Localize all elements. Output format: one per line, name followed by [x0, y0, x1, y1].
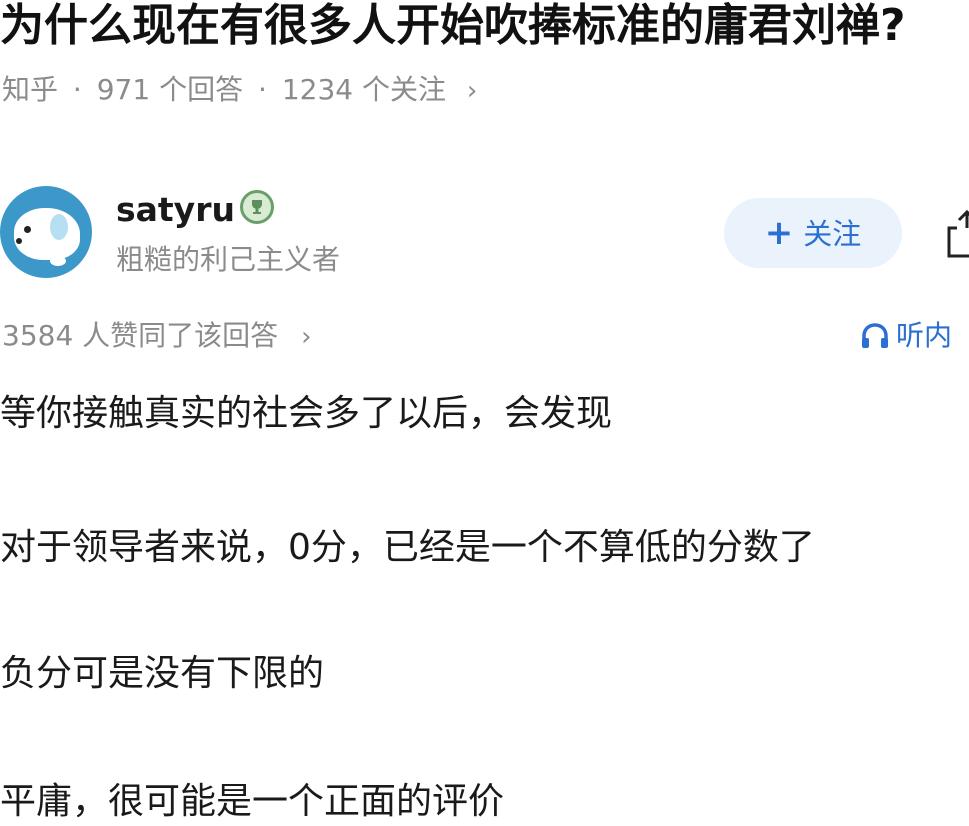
meta-separator: · [258, 73, 267, 106]
question-meta[interactable]: 知乎 · 971 个回答 · 1234 个关注 › [2, 70, 477, 111]
avatar-eye-shape [24, 226, 31, 233]
likes-count: 3584 人赞同了该回答 [2, 319, 279, 352]
listen-label: 听内 [896, 319, 953, 352]
follow-label: 关注 [803, 217, 862, 251]
follower-count: 1234 个关注 [281, 73, 446, 106]
source-label: 知乎 [2, 73, 59, 106]
author-name[interactable]: satyru [116, 188, 235, 232]
chevron-right-icon: › [466, 76, 478, 106]
trophy-icon [252, 200, 262, 214]
answer-paragraph: 等你接触真实的社会多了以后，会发现 [0, 393, 613, 434]
trophy-badge-icon[interactable] [240, 190, 274, 224]
share-icon[interactable] [945, 206, 969, 258]
avatar[interactable] [0, 186, 92, 278]
question-title[interactable]: 为什么现在有很多人开始吹捧标准的庸君刘禅? [0, 0, 906, 52]
listen-button[interactable]: 听内 [860, 316, 952, 356]
headphone-icon [862, 323, 888, 348]
chevron-right-icon: › [301, 322, 312, 352]
answer-paragraph: 对于领导者来说，0分，已经是一个不算低的分数了 [0, 527, 815, 568]
avatar-hand-shape [50, 256, 66, 266]
avatar-ear-shape [50, 214, 68, 240]
answer-paragraph: 平庸，很可能是一个正面的评价 [0, 781, 505, 822]
author-bio: 粗糙的利己主义者 [116, 243, 341, 276]
likes-line[interactable]: 3584 人赞同了该回答 › [2, 316, 311, 357]
answer-count: 971 个回答 [96, 73, 244, 106]
answer-paragraph: 负分可是没有下限的 [0, 653, 325, 694]
avatar-nose-shape [16, 238, 22, 244]
meta-separator: · [72, 73, 82, 106]
follow-button[interactable]: + 关注 [724, 198, 902, 268]
plus-icon: + [764, 213, 794, 253]
avatar-dog-shape [14, 208, 80, 260]
